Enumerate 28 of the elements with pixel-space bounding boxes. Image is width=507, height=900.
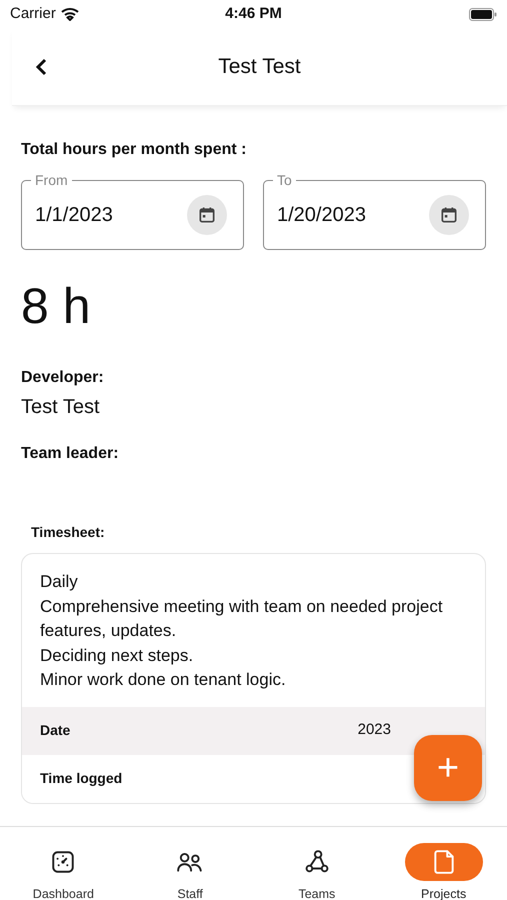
- calendar-button[interactable]: [429, 195, 469, 235]
- network-icon: [304, 849, 330, 875]
- date-value: 1/20/2023: [277, 203, 366, 228]
- timesheet-label: Timesheet:: [31, 523, 106, 542]
- team-leader-label: Team leader:: [21, 444, 120, 464]
- wifi-icon: [60, 7, 79, 21]
- row-label: Date: [40, 721, 70, 740]
- calendar-icon: [197, 205, 217, 225]
- gauge-icon: [50, 849, 76, 875]
- document-icon: [432, 849, 456, 875]
- row-label: Time logged: [40, 769, 122, 788]
- carrier-label: Carrier: [10, 4, 56, 24]
- calendar-icon: [439, 205, 459, 225]
- row-value: 2023: [358, 720, 391, 740]
- total-hours: 8 h: [21, 277, 92, 336]
- nav-tab[interactable]: Staff: [126, 843, 254, 900]
- nav-tab[interactable]: Teams: [254, 843, 380, 900]
- battery-icon: [468, 8, 497, 20]
- section-heading: Total hours per month spent :: [21, 140, 248, 160]
- nav-tab[interactable]: Dashboard: [0, 843, 127, 900]
- page-title: Test Test: [218, 54, 301, 80]
- developer-label: Developer:: [21, 368, 105, 388]
- back-icon: [34, 56, 48, 76]
- timesheet-description: Daily Comprehensive meeting with team on needed project features, updates. Deciding next steps. Minor work done on tenant logic.: [39, 571, 444, 691]
- date-value: 1/1/2023: [35, 203, 113, 228]
- calendar-button[interactable]: [187, 195, 227, 235]
- developer-name: Test Test: [21, 395, 101, 420]
- status-time: 4:46 PM: [225, 4, 282, 24]
